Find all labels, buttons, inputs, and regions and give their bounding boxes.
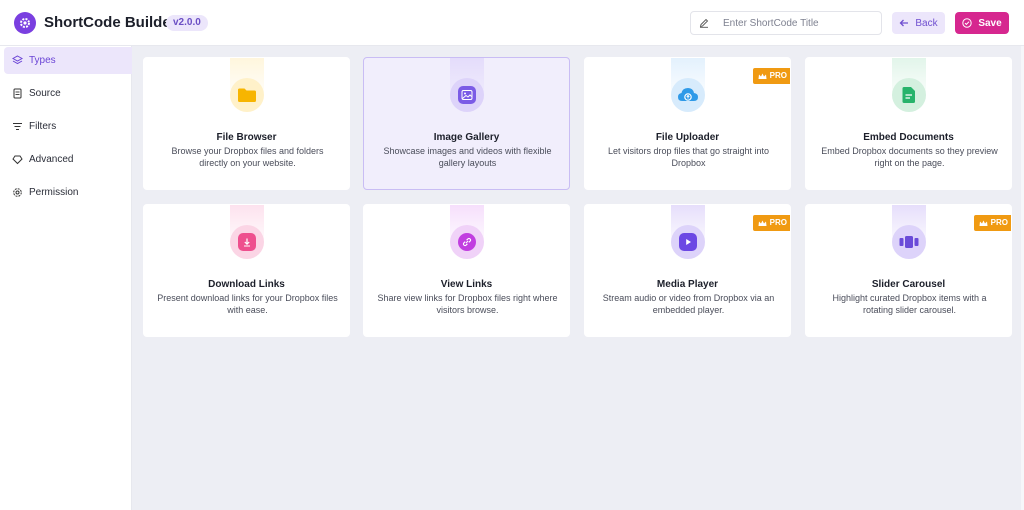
type-card-view-links[interactable]: View Links Share view links for Dropbox …	[363, 204, 570, 337]
sidebar-item-label: Types	[29, 55, 56, 66]
header-bar: ShortCode Builder v2.0.0 Back Save	[0, 0, 1024, 46]
version-badge: v2.0.0	[166, 15, 208, 31]
card-title: Embed Documents	[863, 132, 954, 143]
gear-icon	[20, 18, 30, 28]
card-title: View Links	[440, 279, 493, 290]
shortcode-title-input[interactable]	[723, 17, 873, 29]
back-label: Back	[915, 17, 938, 29]
sidebar-item-advanced[interactable]: Advanced	[4, 146, 132, 173]
folder-icon	[238, 88, 256, 102]
type-card-download-links[interactable]: Download Links Present download links fo…	[143, 204, 350, 337]
card-title: Media Player	[656, 279, 719, 290]
pencil-icon	[699, 18, 709, 28]
upload-cloud-icon	[678, 88, 698, 101]
card-description: Let visitors drop files that go straight…	[607, 146, 770, 168]
permission-icon	[11, 187, 23, 199]
card-description: Showcase images and videos with flexible…	[383, 146, 552, 168]
type-card-media-player[interactable]: PRO Media Player Stream audio or video f…	[584, 204, 791, 337]
sidebar-item-filters[interactable]: Filters	[4, 113, 132, 140]
type-card-file-browser[interactable]: File Browser Browse your Dropbox files a…	[143, 57, 350, 190]
card-description: Stream audio or video from Dropbox via a…	[602, 293, 775, 315]
sidebar-item-types[interactable]: Types	[4, 47, 132, 74]
card-description: Embed Dropbox documents so they preview …	[821, 146, 998, 168]
card-title: Image Gallery	[433, 132, 500, 143]
app-title: ShortCode Builder	[44, 14, 177, 31]
save-label: Save	[978, 17, 1002, 29]
sidebar-item-permission[interactable]: Permission	[4, 179, 132, 206]
arrow-left-icon	[899, 19, 909, 27]
card-title: Slider Carousel	[871, 279, 946, 290]
card-description: Browse your Dropbox files and folders di…	[171, 146, 324, 168]
sidebar-item-source[interactable]: Source	[4, 80, 132, 107]
pro-badge: PRO	[752, 68, 790, 84]
filters-icon	[11, 121, 23, 133]
type-card-file-uploader[interactable]: PRO File Uploader Let visitors drop file…	[584, 57, 791, 190]
sidebar-item-label: Advanced	[29, 154, 74, 165]
sidebar: Types Source Filters Advanced Permission	[0, 46, 132, 510]
sidebar-item-label: Source	[29, 88, 61, 99]
check-circle-icon	[962, 18, 973, 28]
type-card-embed-documents[interactable]: Embed Documents Embed Dropbox documents …	[805, 57, 1012, 190]
document-icon	[902, 87, 915, 103]
types-icon	[11, 55, 23, 67]
link-icon	[458, 233, 476, 251]
advanced-icon	[11, 154, 23, 166]
card-description: Present download links for your Dropbox …	[157, 293, 338, 315]
shortcode-title-field[interactable]	[690, 11, 882, 35]
crown-icon	[758, 73, 767, 79]
sidebar-item-label: Filters	[29, 121, 57, 132]
type-card-image-gallery[interactable]: Image Gallery Showcase images and videos…	[363, 57, 570, 190]
crown-icon	[758, 220, 767, 226]
type-card-slider-carousel[interactable]: PRO Slider Carousel Highlight curated Dr…	[805, 204, 1012, 337]
card-title: Download Links	[208, 279, 285, 290]
pro-badge: PRO	[973, 215, 1011, 231]
carousel-icon	[899, 236, 919, 248]
card-title: File Browser	[216, 132, 277, 143]
pro-badge: PRO	[752, 215, 790, 231]
card-title: File Uploader	[655, 132, 720, 143]
download-icon	[238, 233, 256, 251]
save-button[interactable]: Save	[955, 12, 1009, 34]
back-button[interactable]: Back	[892, 12, 945, 34]
app-logo	[14, 12, 36, 34]
source-icon	[11, 88, 23, 100]
crown-icon	[979, 220, 988, 226]
image-icon	[458, 86, 476, 104]
card-description: Highlight curated Dropbox items with a r…	[832, 293, 987, 315]
sidebar-item-label: Permission	[29, 187, 79, 198]
card-description: Share view links for Dropbox files right…	[377, 293, 558, 315]
play-icon	[679, 233, 697, 251]
